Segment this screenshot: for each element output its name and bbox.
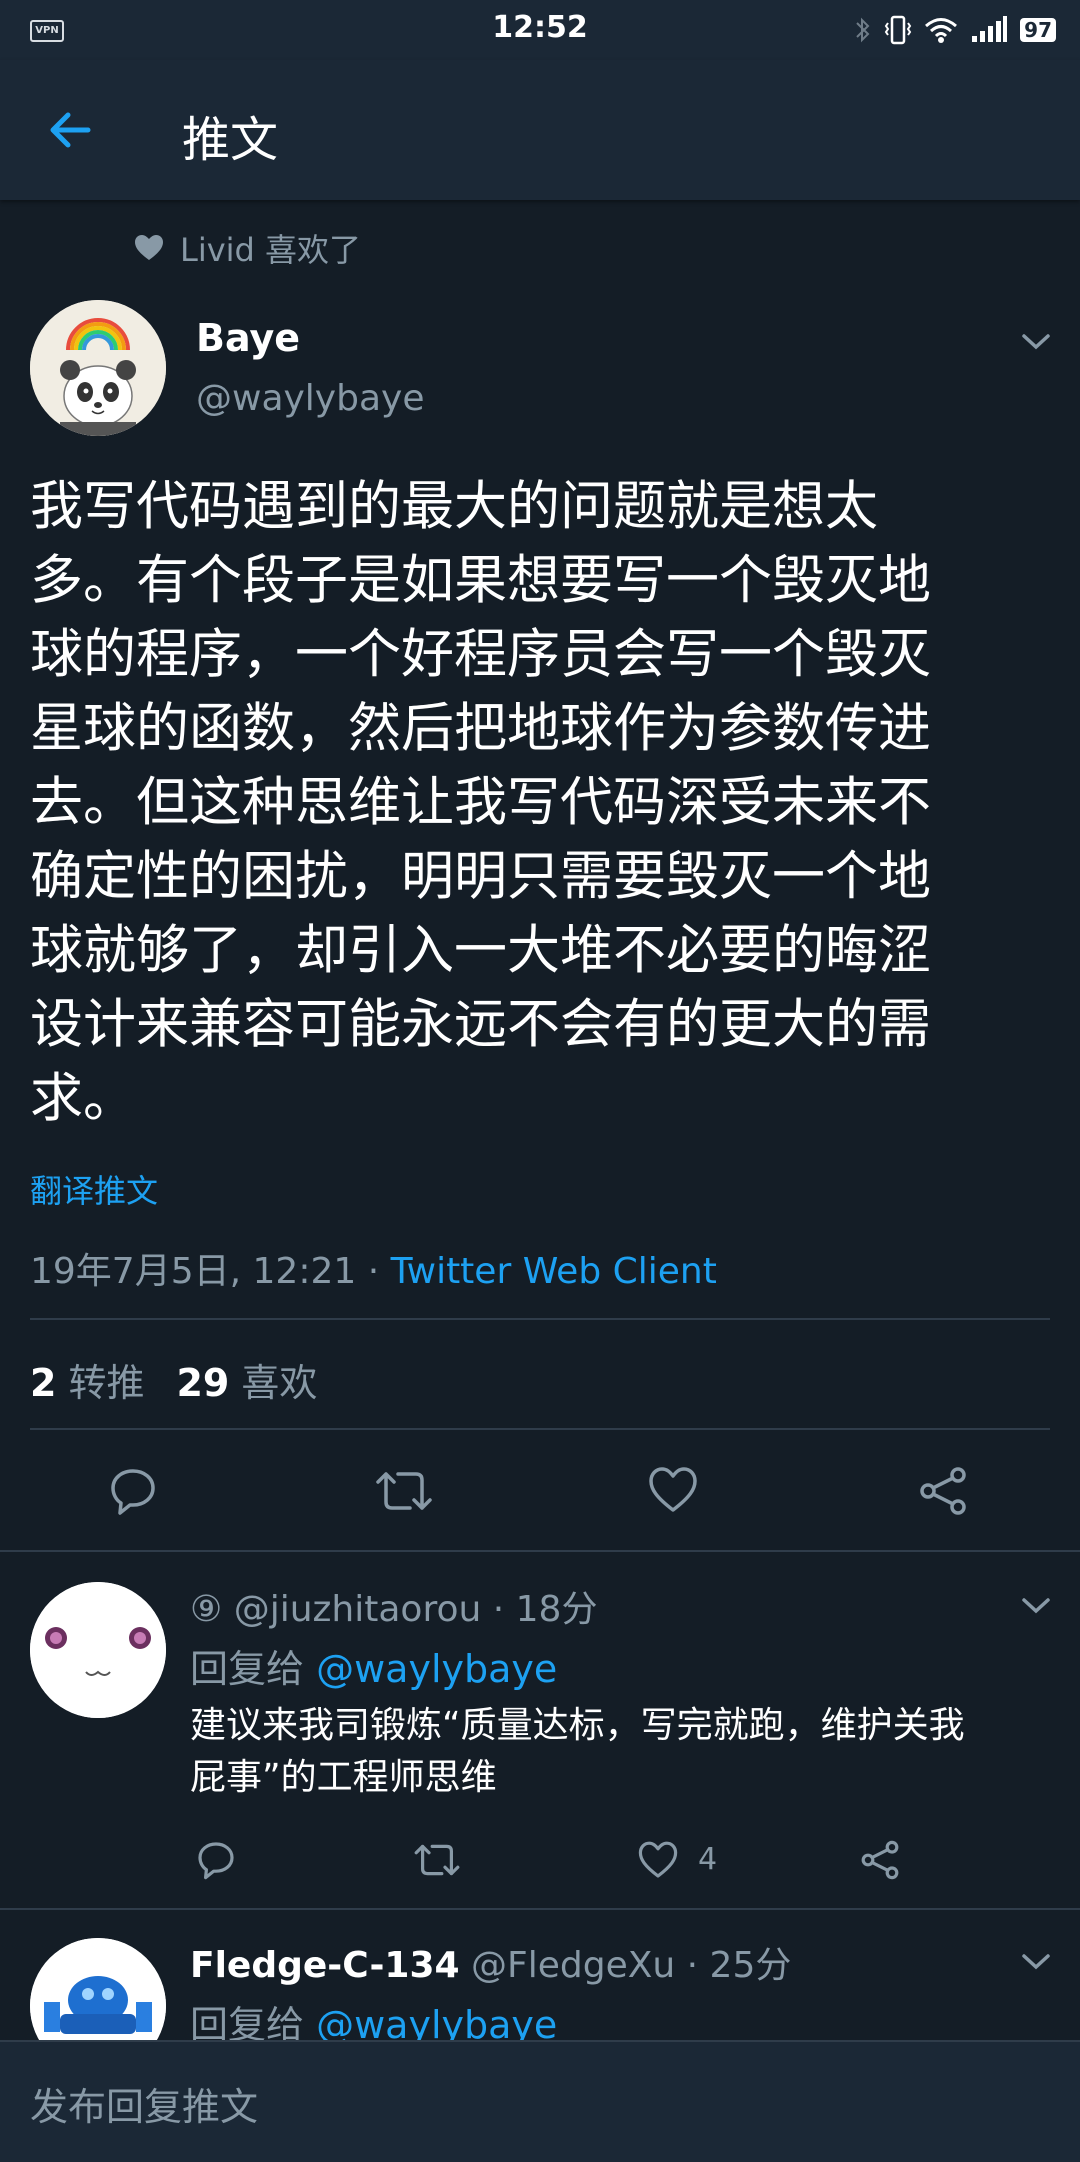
divider — [0, 1908, 1080, 1910]
author-handle[interactable]: @waylybaye — [196, 378, 424, 419]
tweet-meta: 19年7月5日, 12:21 · Twitter Web Client — [30, 1242, 717, 1294]
reply-handle[interactable]: @FledgeXu — [471, 1945, 675, 1986]
app-bar: 推文 — [0, 60, 1080, 200]
tweet-text-line: 求。 — [30, 1068, 136, 1129]
tweet-text-line: 我写代码遇到的最大的问题就是想太 — [30, 476, 878, 537]
tweet-text-line: 星球的函数，然后把地球作为参数传进 — [30, 698, 931, 759]
compose-reply-input[interactable]: 发布回复推文 — [30, 2076, 258, 2131]
tweet-text-line: 确定性的困扰，明明只需要毁灭一个地 — [30, 846, 931, 907]
divider — [30, 1428, 1050, 1430]
back-arrow-icon[interactable] — [44, 104, 96, 156]
retweet-count[interactable]: 2 转推 — [30, 1352, 144, 1407]
reply-header: ⑨ @jiuzhitaorou · 18分 — [190, 1580, 597, 1632]
reply-handle[interactable]: @jiuzhitaorou — [234, 1589, 482, 1630]
reply-to: 回复给 @waylybaye — [190, 1638, 557, 1693]
retweet-count-label: 转推 — [68, 1361, 145, 1405]
social-context-text: Livid 喜欢了 — [180, 231, 362, 269]
tweet-text-line: 去。但这种思维让我写代码深受未来不 — [30, 772, 931, 833]
like-count[interactable]: 29 喜欢 — [176, 1352, 317, 1407]
avatar[interactable] — [30, 300, 166, 436]
chevron-down-icon[interactable] — [1018, 1950, 1054, 1974]
vibrate-icon — [884, 15, 912, 45]
translate-tweet-link[interactable]: 翻译推文 — [30, 1166, 158, 1212]
reply-header: Fledge-C-134 @FledgeXu · 25分 — [190, 1936, 791, 1988]
reply-time: · 25分 — [675, 1945, 792, 1986]
signal-icon — [972, 16, 1008, 42]
reply-badge: ⑨ — [190, 1589, 234, 1630]
reply-text-line: 建议来我司锻炼“质量达标，写完就跑，维护关我 — [190, 1705, 965, 1746]
tweet-text-line: 球就够了，却引入一大堆不必要的晦涩 — [30, 920, 931, 981]
reply-like-count: 4 — [698, 1842, 718, 1877]
tweet-timestamp: 19年7月5日, 12:21 · — [30, 1251, 391, 1292]
status-bar: VPN 12:52 97 — [0, 0, 1080, 60]
reply-author-name[interactable]: Fledge-C-134 — [190, 1945, 460, 1986]
avatar[interactable] — [30, 1582, 166, 1718]
reply-to-mention[interactable]: @waylybaye — [316, 1647, 557, 1691]
tweet-text: 我写代码遇到的最大的问题就是想太 多。有个段子是如果想要写一个毁灭地 球的程序，… — [30, 470, 1050, 1136]
retweet-icon[interactable] — [376, 1466, 432, 1516]
like-icon[interactable] — [648, 1466, 698, 1514]
bluetooth-icon — [856, 17, 870, 43]
author-name[interactable]: Baye — [196, 316, 300, 360]
divider — [0, 1550, 1080, 1552]
page-title: 推文 — [182, 112, 279, 168]
divider — [30, 1318, 1050, 1320]
social-context: Livid 喜欢了 — [134, 228, 362, 269]
system-icons: 97 — [854, 14, 1056, 46]
retweet-count-number: 2 — [30, 1361, 57, 1405]
chevron-down-icon[interactable] — [1018, 1594, 1054, 1618]
tweet-text-line: 多。有个段子是如果想要写一个毁灭地 — [30, 550, 931, 611]
compose-bar: 发布回复推文 — [0, 2040, 1080, 2162]
tweet-client-link[interactable]: Twitter Web Client — [391, 1251, 717, 1292]
wifi-icon — [925, 18, 958, 43]
reply-text: 建议来我司锻炼“质量达标，写完就跑，维护关我 屁事”的工程师思维 — [190, 1700, 1060, 1804]
like-count-number: 29 — [176, 1361, 230, 1405]
like-icon[interactable] — [638, 1840, 678, 1880]
tweet-text-line: 球的程序，一个好程序员会写一个毁灭 — [30, 624, 931, 685]
battery-icon: 97 — [1020, 18, 1056, 42]
chevron-down-icon[interactable] — [1018, 330, 1054, 354]
retweet-icon[interactable] — [414, 1840, 460, 1880]
tweet-stats: 2 转推 29 喜欢 — [30, 1352, 317, 1407]
share-icon[interactable] — [860, 1840, 900, 1880]
tweet-text-line: 设计来兼容可能永远不会有的更大的需 — [30, 994, 931, 1055]
reply-icon[interactable] — [108, 1466, 158, 1516]
reply-time: · 18分 — [481, 1589, 598, 1630]
reply-icon[interactable] — [196, 1840, 236, 1880]
heart-icon — [135, 235, 163, 260]
reply-to-label: 回复给 — [190, 1647, 317, 1691]
share-icon[interactable] — [918, 1466, 968, 1516]
like-count-label: 喜欢 — [241, 1361, 318, 1405]
reply-text-line: 屁事”的工程师思维 — [190, 1757, 497, 1798]
